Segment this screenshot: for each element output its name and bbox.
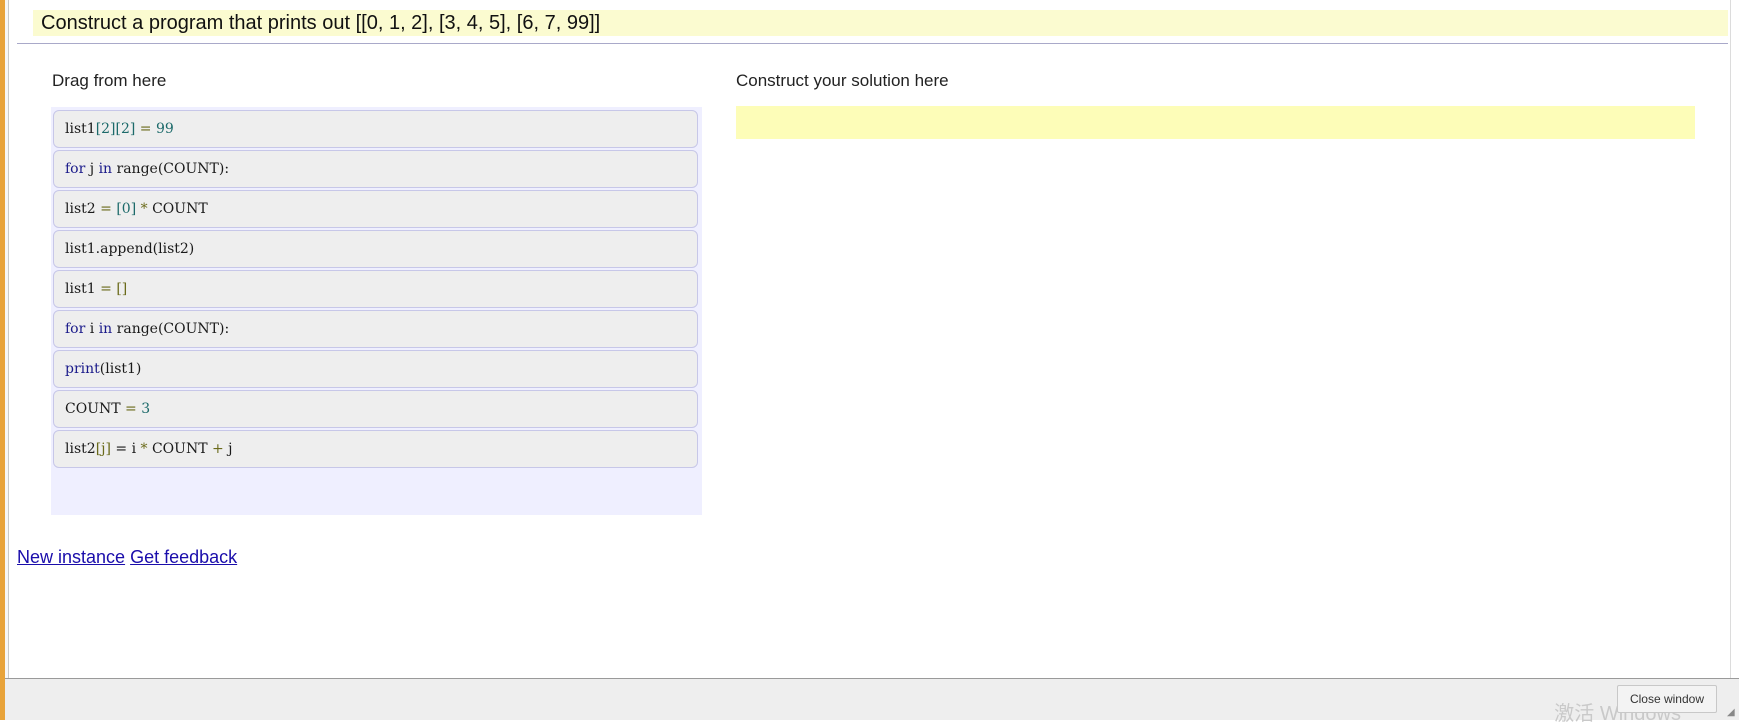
- code-token: print: [65, 361, 100, 377]
- code-block[interactable]: list1.append(list2): [53, 230, 698, 268]
- code-token: list1: [65, 281, 96, 297]
- code-block[interactable]: list2 = [0] * COUNT: [53, 190, 698, 228]
- code-token: list2: [65, 201, 96, 217]
- code-block[interactable]: list2[j] = i * COUNT + j: [53, 430, 698, 468]
- code-token: range(COUNT):: [112, 161, 230, 177]
- code-token: [0]: [116, 201, 137, 217]
- code-block[interactable]: COUNT = 3: [53, 390, 698, 428]
- new-instance-link[interactable]: New instance: [17, 547, 125, 567]
- code-token: (list1): [99, 361, 142, 377]
- code-token: [2][2]: [95, 121, 136, 137]
- code-token: COUNT: [65, 401, 121, 417]
- code-token: range(COUNT):: [112, 321, 230, 337]
- code-token: for: [65, 161, 86, 177]
- code-token: list2: [65, 441, 96, 457]
- code-block[interactable]: for i in range(COUNT):: [53, 310, 698, 348]
- code-token: *: [140, 441, 148, 457]
- action-links: New instance Get feedback: [17, 547, 237, 568]
- get-feedback-link[interactable]: Get feedback: [130, 547, 237, 567]
- code-token: = i: [110, 441, 141, 457]
- code-token: COUNT: [147, 441, 212, 457]
- solution-drop-area[interactable]: [736, 106, 1695, 139]
- code-token: i: [85, 321, 99, 337]
- code-token: 99: [156, 121, 174, 137]
- code-token: [j]: [95, 441, 111, 457]
- resize-grip-icon[interactable]: ◢: [1727, 708, 1737, 718]
- code-token: =: [95, 281, 117, 297]
- main-content: Construct a program that prints out [[0,…: [9, 0, 1729, 678]
- code-token: 3: [141, 401, 151, 417]
- solution-heading: Construct your solution here: [736, 71, 949, 90]
- code-token: =: [120, 401, 142, 417]
- code-block[interactable]: list1 = []: [53, 270, 698, 308]
- code-token: +: [212, 441, 224, 457]
- code-token: *: [136, 201, 153, 217]
- window-footer: 激活 Windows Close window ◢: [5, 678, 1739, 725]
- close-window-button[interactable]: Close window: [1616, 685, 1717, 713]
- title-divider: [17, 43, 1728, 44]
- code-block[interactable]: list1[2][2] = 99: [53, 110, 698, 148]
- window-right-border: [1730, 0, 1739, 678]
- code-token: j: [223, 441, 233, 457]
- code-token: list1: [65, 121, 96, 137]
- code-token: =: [135, 121, 156, 137]
- source-heading: Drag from here: [52, 71, 167, 90]
- source-blocks-area[interactable]: list1[2][2] = 99 for j in range(COUNT): li…: [51, 107, 702, 515]
- app-window: Construct a program that prints out [[0,…: [0, 0, 1739, 725]
- code-token: for: [65, 321, 86, 337]
- code-block[interactable]: print(list1): [53, 350, 698, 388]
- code-token: =: [95, 201, 117, 217]
- code-token: in: [98, 321, 113, 337]
- code-token: COUNT: [152, 201, 208, 217]
- code-token: in: [98, 161, 113, 177]
- code-block[interactable]: for j in range(COUNT):: [53, 150, 698, 188]
- code-token: j: [85, 161, 99, 177]
- code-token: list1.append(list2): [65, 241, 195, 257]
- page-title: Construct a program that prints out [[0,…: [33, 10, 1728, 36]
- code-token: []: [116, 281, 128, 297]
